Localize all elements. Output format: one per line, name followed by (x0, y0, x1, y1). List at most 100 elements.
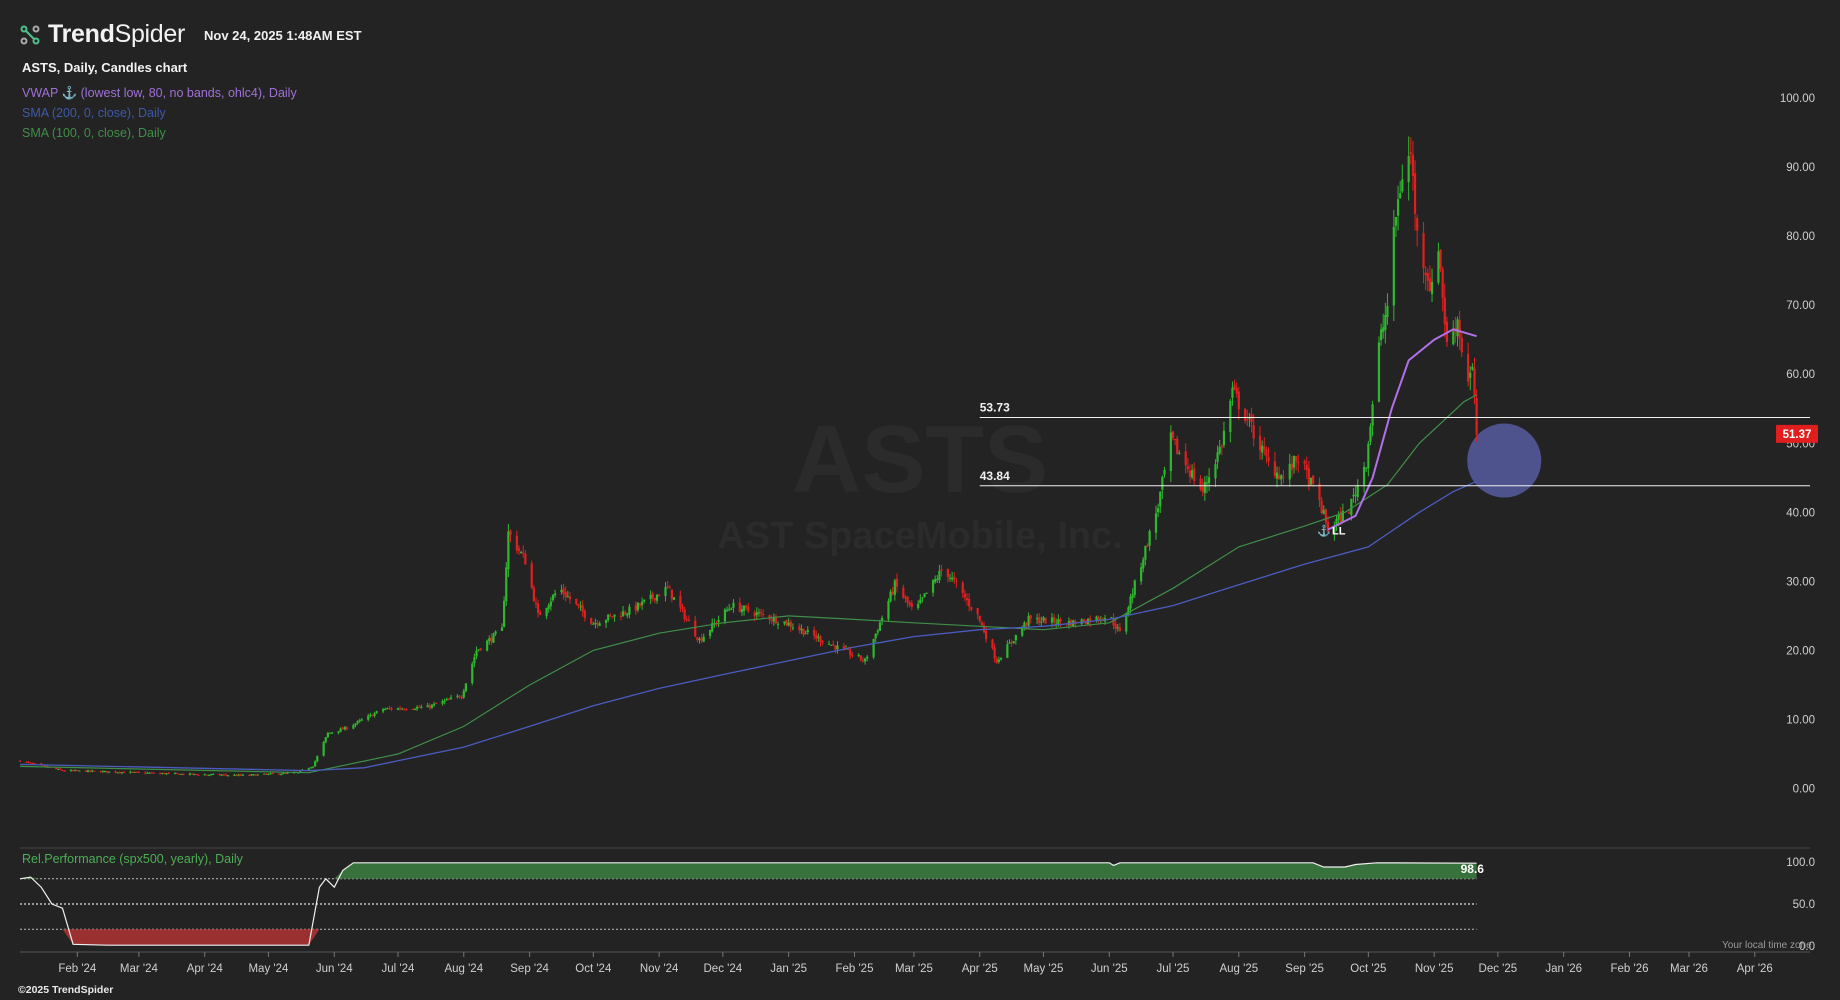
candle-body (999, 658, 1003, 660)
candle-body (505, 567, 508, 602)
candle-body (29, 762, 32, 764)
price-chart[interactable]: ASTS AST SpaceMobile, Inc. 53.73 43.84 ⚓ L… (0, 0, 1840, 1000)
candle-body (1426, 273, 1429, 281)
last-price-label: 51.37 (1783, 429, 1812, 441)
horizontal-levels[interactable]: 53.73 43.84 (979, 401, 1810, 487)
candle-body (280, 773, 283, 775)
candle-body (1456, 319, 1459, 337)
candle-body (1231, 387, 1234, 398)
candle-body (222, 774, 225, 776)
candle-body (1384, 314, 1387, 330)
time-tick-label: Nov '25 (1415, 963, 1454, 975)
rel-performance-label[interactable]: Rel.Performance (spx500, yearly), Daily (22, 852, 243, 866)
candle-body (1059, 618, 1062, 622)
candle-body (1244, 408, 1247, 422)
candle-body (738, 602, 741, 612)
candle-body (1267, 456, 1270, 462)
candle-body (1133, 580, 1136, 595)
candle-body (534, 602, 538, 604)
candle-body (203, 774, 206, 776)
candle-body (747, 606, 750, 612)
candle-body (108, 771, 111, 773)
candle-body (861, 659, 865, 661)
candle-body (1278, 475, 1281, 480)
candle-body (791, 627, 795, 629)
candle-body (122, 771, 126, 773)
time-tick-label: Sep '25 (1285, 963, 1324, 975)
candle-body (1252, 424, 1255, 439)
candle-body (1142, 559, 1145, 569)
candle-body (995, 658, 998, 663)
candle-body (411, 709, 414, 711)
time-axis[interactable]: Feb '24 Mar '24 Apr '24 May '24 Jun '24 Jul '… (20, 951, 1810, 975)
candle-body (1288, 463, 1291, 480)
candle-body (59, 768, 62, 770)
candle-body (1038, 617, 1041, 624)
candle-body (965, 598, 969, 601)
candle-body (517, 548, 521, 551)
candle-body (1377, 342, 1381, 402)
candle-body (1386, 306, 1389, 317)
time-tick-label: Apr '24 (187, 963, 224, 975)
candle-body (490, 637, 493, 642)
candle-body (530, 563, 533, 588)
candle-body (1411, 154, 1415, 176)
candle-body (1006, 644, 1009, 658)
candle-body (235, 775, 238, 777)
candle-body (934, 579, 937, 583)
candle-body (1042, 617, 1045, 621)
candle-body (906, 596, 909, 603)
candle-body (248, 774, 251, 776)
time-tick-label: Mar '25 (895, 963, 933, 975)
candle-body (1220, 445, 1223, 448)
candle-body (443, 700, 446, 702)
candle-body (836, 645, 839, 650)
candle-body (86, 770, 90, 773)
candle-body (813, 629, 816, 636)
candle-body (165, 773, 168, 775)
candle-body (549, 601, 552, 607)
candle-body (1471, 366, 1474, 370)
candle-body (745, 605, 748, 608)
candle-body (1263, 446, 1266, 450)
candle-body (762, 614, 765, 616)
candle-body (1163, 469, 1166, 475)
candle-body (643, 599, 646, 602)
candle-body (445, 699, 448, 701)
rel-performance-panel: 98.6 100.050.00.0 (19, 847, 1815, 953)
candle-body (702, 636, 705, 642)
candle-body (876, 630, 879, 633)
candle-body (560, 589, 563, 593)
candle-body (830, 644, 833, 646)
candle-body (250, 774, 253, 776)
candle-body (609, 615, 612, 617)
price-tick-label: 60.00 (1786, 369, 1815, 381)
candle-body (634, 605, 637, 611)
candle-body (1460, 337, 1463, 353)
candle-body (369, 714, 372, 716)
candle-body (78, 770, 81, 772)
candle-body (978, 615, 981, 621)
candle-body (1110, 617, 1113, 619)
candle-body (84, 770, 87, 772)
time-tick-label: Apr '26 (1737, 963, 1773, 975)
time-tick-label: Jul '24 (382, 963, 415, 975)
candle-body (902, 587, 905, 598)
time-tick-label: Dec '24 (704, 963, 743, 975)
candle-body (1025, 623, 1028, 625)
candle-body (360, 719, 363, 721)
candle-body (435, 703, 438, 705)
candle-body (388, 708, 391, 710)
candle-body (1292, 455, 1296, 468)
candle-body (237, 774, 240, 776)
candle-body (311, 766, 315, 768)
candle-body (997, 659, 1000, 662)
annotations: ⚓ LL (1317, 525, 1346, 538)
price-axis[interactable]: 100.0090.0080.0070.0060.0050.0040.0030.0… (1776, 93, 1818, 796)
candle-body (150, 772, 153, 774)
candle-body (441, 701, 444, 704)
candle-body (649, 594, 652, 600)
candle-body (1237, 391, 1240, 410)
candle-body (539, 612, 542, 615)
candle-body (447, 698, 451, 700)
